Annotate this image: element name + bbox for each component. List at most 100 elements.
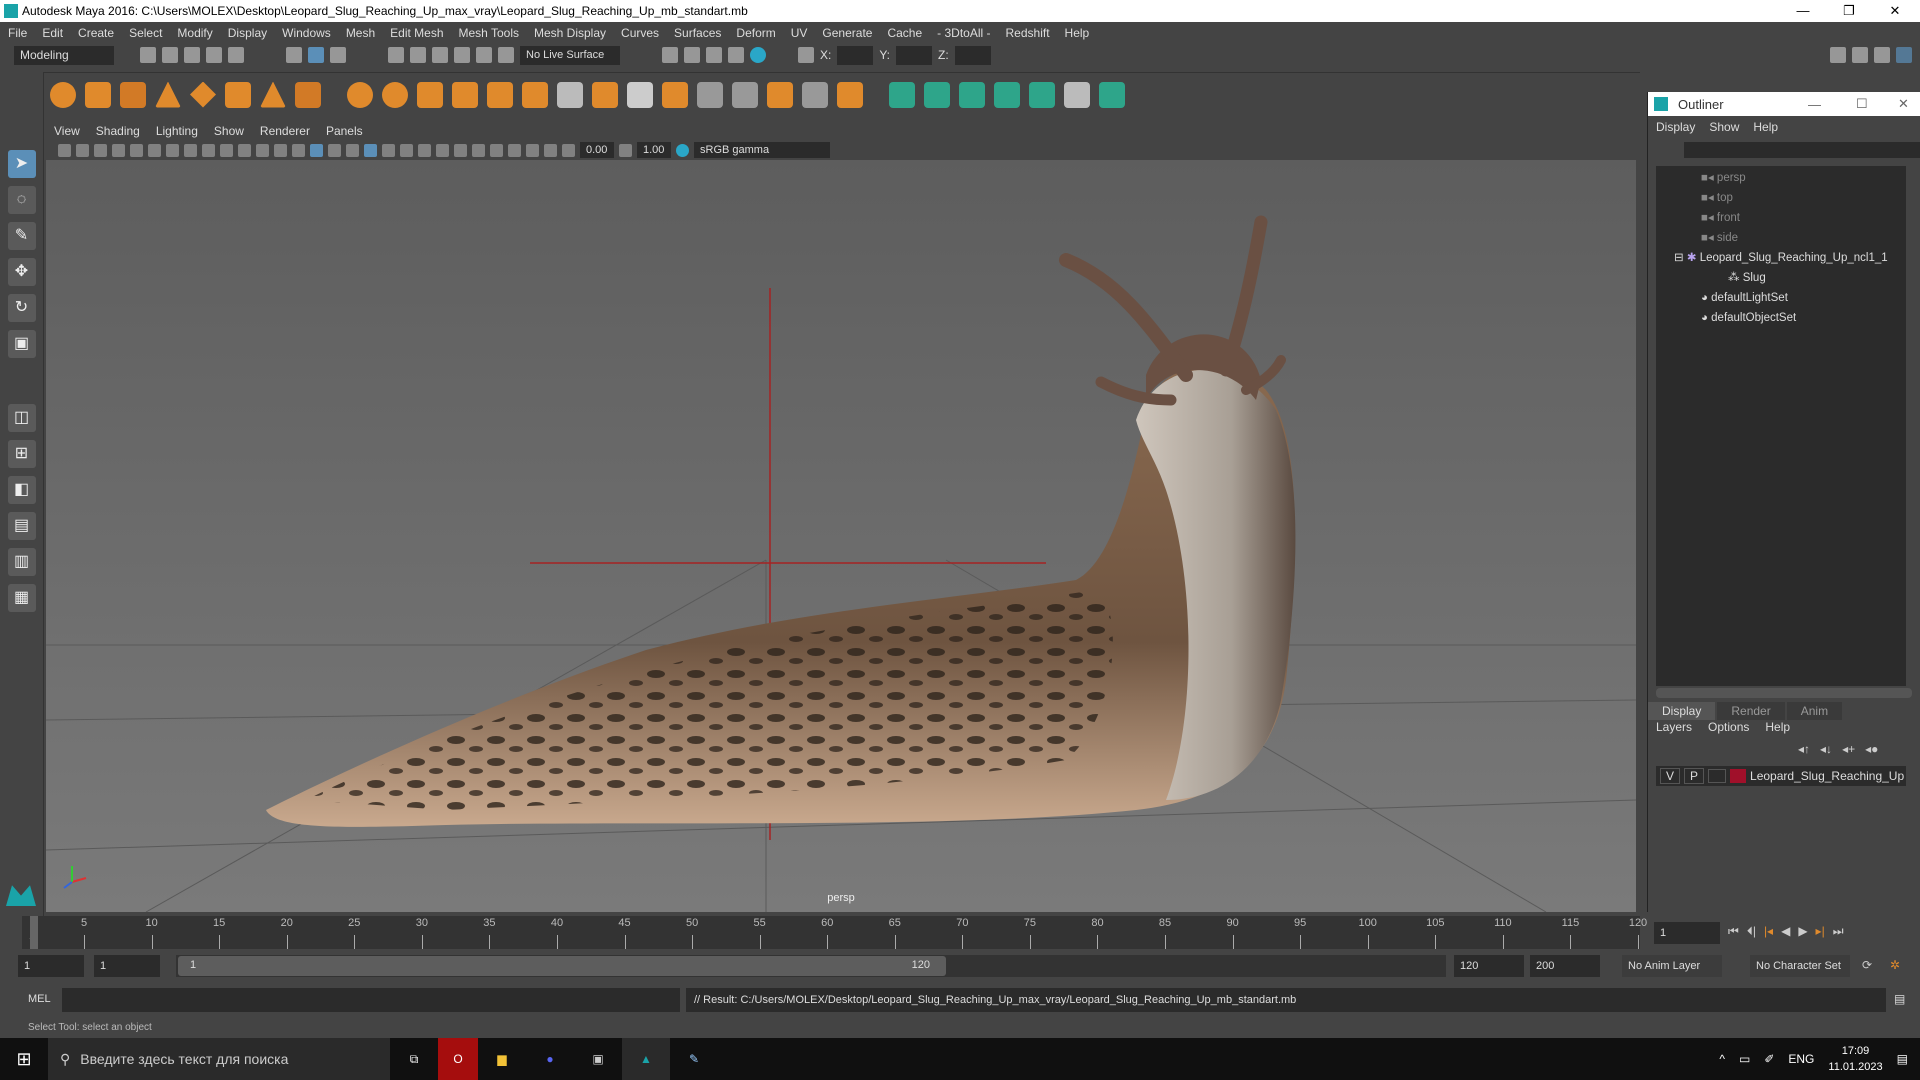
outliner-item-side[interactable]: ■◂ side — [1701, 228, 1738, 248]
app-icon[interactable]: ▣ — [574, 1052, 622, 1066]
snap-point-icon[interactable] — [432, 47, 448, 63]
viewport-persp[interactable]: persp — [46, 160, 1636, 912]
new-layer-icon[interactable]: ◂+ — [1842, 742, 1855, 756]
paint-select-icon[interactable]: ✎ — [7, 222, 36, 250]
redo-icon[interactable] — [228, 47, 244, 63]
bridge-icon[interactable] — [452, 81, 478, 108]
menu-help[interactable]: Help — [1065, 26, 1090, 40]
z-field[interactable] — [954, 45, 991, 65]
script-editor-icon[interactable]: ▤ — [1894, 992, 1905, 1006]
mode-dropdown[interactable]: Modeling — [14, 45, 114, 65]
menu-file[interactable]: File — [8, 26, 27, 40]
modeling-toolkit-icon[interactable] — [1830, 47, 1846, 63]
move-layer-down-icon[interactable]: ◂↓ — [1820, 742, 1832, 756]
auto-key-icon[interactable]: ⟳ — [1862, 958, 1872, 972]
snap-curve-icon[interactable] — [410, 47, 426, 63]
poly-torus-icon[interactable] — [190, 81, 216, 108]
live-surface-field[interactable]: No Live Surface — [520, 45, 620, 65]
poly-cone-icon[interactable] — [155, 81, 181, 108]
camera-select-icon[interactable] — [58, 143, 71, 157]
uv-spherical-icon[interactable] — [959, 81, 985, 108]
screen-space-ao-icon[interactable] — [418, 143, 431, 157]
y-field[interactable] — [896, 45, 933, 65]
merge-icon[interactable] — [802, 81, 828, 108]
preferences-icon[interactable]: ✲ — [1890, 958, 1900, 972]
uv-automatic-icon[interactable] — [994, 81, 1020, 108]
exposure-field[interactable]: 0.00 — [580, 142, 614, 158]
layout-hypershade-icon[interactable]: ▦ — [7, 584, 36, 612]
outliner-minimize-button[interactable]: — — [1808, 97, 1821, 112]
anim-layer-dropdown[interactable]: No Anim Layer — [1622, 955, 1722, 977]
resolution-gate-icon[interactable] — [202, 143, 215, 157]
poly-plane-icon[interactable] — [225, 81, 251, 108]
fill-hole-icon[interactable] — [697, 81, 723, 108]
playback-start-field[interactable]: 1 — [94, 955, 160, 977]
panel-menu-shading[interactable]: Shading — [96, 124, 140, 138]
menu-mesh-tools[interactable]: Mesh Tools — [459, 26, 519, 40]
current-frame-field[interactable]: 1 — [1654, 922, 1720, 944]
play-backward-icon[interactable]: ◀ — [1781, 924, 1790, 939]
x-field[interactable] — [837, 45, 874, 65]
go-to-start-icon[interactable]: ⏮ — [1728, 924, 1739, 939]
undo-icon[interactable] — [206, 47, 222, 63]
open-scene-icon[interactable] — [162, 47, 178, 63]
outliner-item-front[interactable]: ■◂ front — [1701, 208, 1740, 228]
taskbar-search-box[interactable]: ⚲ Введите здесь текст для поиска — [48, 1038, 390, 1080]
move-tool-icon[interactable]: ✥ — [7, 258, 36, 286]
color-management-icon[interactable] — [676, 143, 689, 157]
outliner-item-defaultobjectset[interactable]: ◕ defaultObjectSet — [1701, 308, 1796, 328]
bookmark-icon[interactable] — [94, 143, 107, 157]
select-tool-icon[interactable]: ➤ — [7, 150, 36, 178]
wireframe-icon[interactable] — [292, 143, 305, 157]
booleans-icon[interactable] — [837, 81, 863, 108]
poly-cube-icon[interactable] — [85, 81, 111, 108]
menu-redshift[interactable]: Redshift — [1006, 26, 1050, 40]
outliner-menu-display[interactable]: Display — [1656, 120, 1695, 134]
offset-edge-loop-icon[interactable] — [627, 81, 653, 108]
safe-action-icon[interactable] — [256, 143, 269, 157]
maya-taskbar-icon[interactable]: ▲ — [622, 1038, 670, 1080]
layers-menu-options[interactable]: Options — [1708, 720, 1749, 734]
command-input[interactable] — [62, 988, 680, 1012]
exposure-icon[interactable] — [562, 143, 575, 157]
snap-surface-icon[interactable] — [476, 47, 492, 63]
layout-graph-icon[interactable]: ▥ — [7, 548, 36, 576]
panel-menu-view[interactable]: View — [54, 124, 80, 138]
layout-single-icon[interactable]: ◫ — [7, 404, 36, 432]
2d-pan-zoom-icon[interactable] — [130, 143, 143, 157]
grease-pencil-icon[interactable] — [148, 143, 161, 157]
play-forward-icon[interactable]: ▶ — [1798, 924, 1807, 939]
layout-two-icon[interactable]: ◧ — [7, 476, 36, 504]
layout-four-icon[interactable]: ⊞ — [7, 440, 36, 468]
use-default-material-icon[interactable] — [328, 143, 341, 157]
menu-select[interactable]: Select — [129, 26, 162, 40]
camera-attributes-icon[interactable] — [76, 143, 89, 157]
layer-visibility-toggle[interactable]: V — [1660, 768, 1681, 784]
smooth-shade-icon[interactable] — [310, 143, 323, 157]
discord-icon[interactable]: ● — [526, 1052, 574, 1066]
close-button[interactable]: ✕ — [1872, 0, 1918, 22]
step-back-frame-icon[interactable]: |◂ — [1764, 924, 1773, 939]
shadows-icon[interactable] — [400, 143, 413, 157]
menu-display[interactable]: Display — [228, 26, 267, 40]
poly-pipe-icon[interactable] — [295, 81, 321, 108]
scale-tool-icon[interactable]: ▣ — [7, 330, 36, 358]
menu-windows[interactable]: Windows — [282, 26, 331, 40]
ipr-icon[interactable] — [706, 47, 722, 63]
tool-settings-icon[interactable] — [1874, 47, 1890, 63]
film-gate-icon[interactable] — [184, 143, 197, 157]
menu-surfaces[interactable]: Surfaces — [674, 26, 721, 40]
view-transform-dropdown[interactable]: sRGB gamma — [694, 142, 830, 158]
scene-end-field[interactable]: 200 — [1530, 955, 1600, 977]
menu-modify[interactable]: Modify — [177, 26, 212, 40]
lasso-tool-icon[interactable]: ◌ — [7, 186, 36, 214]
snap-grid-icon[interactable] — [388, 47, 404, 63]
layer-type-toggle[interactable] — [1708, 769, 1727, 783]
smooth-icon[interactable] — [662, 81, 688, 108]
opera-icon[interactable]: O — [438, 1038, 478, 1080]
checker-icon[interactable] — [1064, 81, 1090, 108]
target-weld-icon[interactable] — [732, 81, 758, 108]
textured-icon[interactable] — [364, 143, 377, 157]
select-hierarchy-icon[interactable] — [286, 47, 302, 63]
layer-color-swatch[interactable] — [1730, 769, 1747, 783]
